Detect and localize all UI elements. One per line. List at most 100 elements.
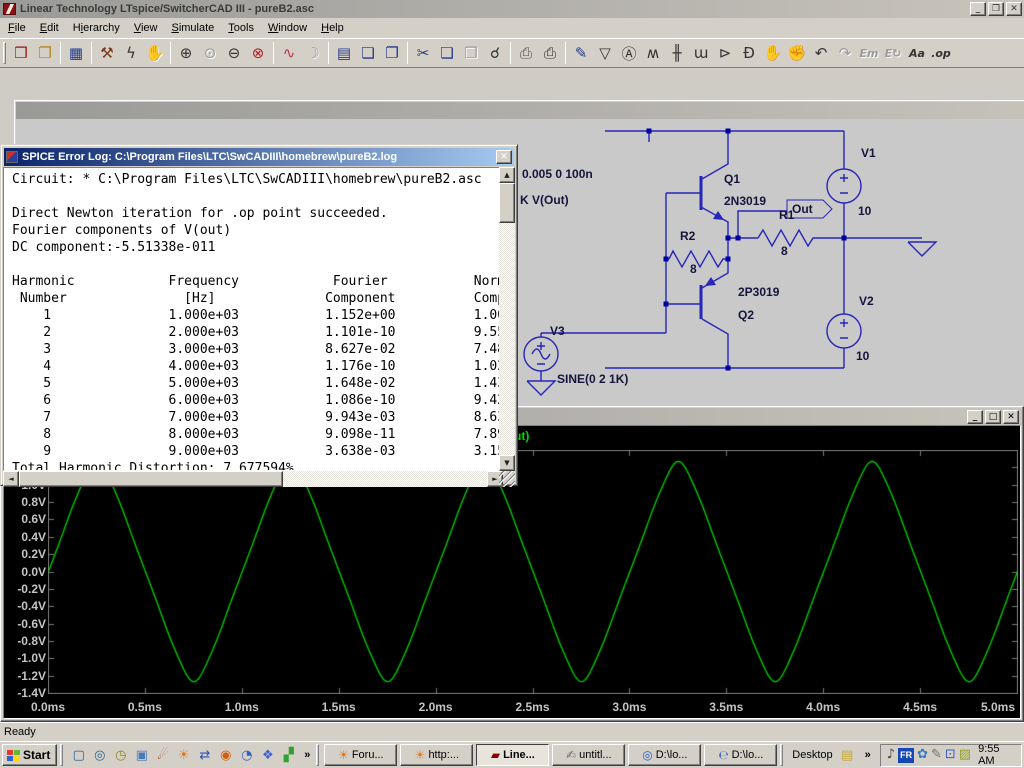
wire-junction	[647, 129, 652, 134]
quicklaunch-media-player[interactable]: ◉	[215, 745, 236, 766]
capacitor-button[interactable]: ╫	[665, 41, 689, 65]
scroll-down-button[interactable]: ▼	[499, 455, 515, 471]
x-axis-tick-label: 4.0ms	[801, 700, 845, 714]
error-log-close-button[interactable]: ✕	[496, 150, 512, 164]
quicklaunch-firefox[interactable]: ☀	[173, 745, 194, 766]
task-ltspice[interactable]: ▰Line...	[476, 744, 549, 766]
close-button[interactable]: ✕	[1006, 2, 1022, 16]
menu-tools[interactable]: Tools	[221, 19, 261, 37]
quicklaunch-messenger[interactable]: ❖	[257, 745, 278, 766]
keyboard-layout-fr[interactable]: FR	[898, 748, 914, 763]
redo-button: ↷	[833, 41, 857, 65]
error-log-text[interactable]: Circuit: * C:\Program Files\LTC\SwCADIII…	[3, 167, 501, 471]
quick-launch-handle[interactable]	[60, 744, 63, 766]
cut-button[interactable]: ✂	[411, 41, 435, 65]
vertical-scroll-thumb[interactable]	[499, 183, 515, 223]
save-button[interactable]: ▦	[64, 41, 88, 65]
quicklaunch-clock[interactable]: ◔	[236, 745, 257, 766]
copy-button[interactable]: ❏	[435, 41, 459, 65]
error-log-horizontal-scrollbar[interactable]: ◄ ►	[3, 471, 503, 487]
desktop-folder-icon[interactable]: ▤	[837, 745, 858, 766]
quicklaunch-search[interactable]: ◎	[89, 745, 110, 766]
run-button[interactable]: ϟ	[119, 41, 143, 65]
task-http[interactable]: ☀http:...	[400, 744, 473, 766]
restore-button[interactable]: ❐	[988, 2, 1004, 16]
minimize-button[interactable]: _	[970, 2, 986, 16]
arrange-windows-button[interactable]: ❐	[380, 41, 404, 65]
desktop-zone-handle[interactable]	[780, 744, 783, 766]
task-explorer-2[interactable]: ℮D:\lo...	[704, 744, 777, 766]
zoom-out-button[interactable]: ⊖	[222, 41, 246, 65]
control-panel-button[interactable]: ⚒	[95, 41, 119, 65]
tile-windows-button[interactable]: ▤	[332, 41, 356, 65]
v1-value: 10	[858, 204, 871, 218]
scroll-left-button[interactable]: ◄	[3, 471, 19, 487]
find-button[interactable]: ☌	[483, 41, 507, 65]
scroll-up-button[interactable]: ▲	[499, 167, 515, 183]
task-explorer-1[interactable]: ◎D:\lo...	[628, 744, 701, 766]
security-tray-icon[interactable]: ⊡	[945, 747, 956, 763]
menu-view[interactable]: View	[127, 19, 165, 37]
draft-wire-button[interactable]: ✎	[569, 41, 593, 65]
volume-tray-icon[interactable]: ♪	[887, 747, 895, 763]
y-axis-tick-label: -0.6V	[6, 617, 46, 631]
pen-tray-icon[interactable]: ✎	[931, 747, 942, 763]
icq-tray-icon[interactable]: ✿	[917, 747, 928, 763]
diode-button[interactable]: ⊳	[713, 41, 737, 65]
quicklaunch-folder-sync[interactable]: ⇄	[194, 745, 215, 766]
autorange-y-axis-button[interactable]: ∿	[277, 41, 301, 65]
menu-hierarchy[interactable]: Hierarchy	[66, 19, 127, 37]
inductor-button[interactable]: ɯ	[689, 41, 713, 65]
horizontal-scroll-thumb[interactable]	[19, 471, 283, 487]
x-axis-tick-label: 3.0ms	[607, 700, 651, 714]
schematic-window-title-bar[interactable]	[16, 102, 1024, 119]
q2-ref: Q2	[738, 308, 754, 322]
r1-ref: R1	[779, 208, 794, 222]
menu-window[interactable]: Window	[261, 19, 314, 37]
task-forum[interactable]: ☀Foru...	[324, 744, 397, 766]
desktop-overflow-chevron[interactable]: »	[862, 749, 874, 761]
antivirus-tray-icon[interactable]: ▨	[959, 747, 971, 763]
task-zone-handle[interactable]	[316, 744, 319, 766]
r2-ref: R2	[680, 229, 695, 243]
error-log-title-bar[interactable]: SPICE Error Log: C:\Program Files\LTC\Sw…	[4, 148, 514, 166]
resistor-button[interactable]: ʍ	[641, 41, 665, 65]
cascade-windows-button[interactable]: ❏	[356, 41, 380, 65]
zoom-full-extents-button[interactable]: ⊗	[246, 41, 270, 65]
waveform-maximize-button[interactable]: □	[985, 410, 1001, 424]
r2-value: 8	[690, 262, 697, 276]
main-title-text: Linear Technology LTspice/SwitcherCAD II…	[20, 3, 314, 15]
resize-grip[interactable]	[499, 471, 515, 487]
undo-button[interactable]: ↶	[809, 41, 833, 65]
v2-ref: V2	[859, 294, 874, 308]
print-setup-button[interactable]: ⎙	[514, 41, 538, 65]
quicklaunch-show-desktop[interactable]: ▢	[68, 745, 89, 766]
menu-simulate[interactable]: Simulate	[164, 19, 221, 37]
error-log-vertical-scrollbar[interactable]: ▲ ▼	[499, 167, 515, 471]
new-schematic-button[interactable]: ❒	[9, 41, 33, 65]
quick-launch-overflow-chevron[interactable]: »	[301, 749, 313, 761]
toolbar-drag-handle[interactable]	[3, 42, 6, 64]
print-button[interactable]: ⎙	[538, 41, 562, 65]
component-button[interactable]: Ð	[737, 41, 761, 65]
text-button[interactable]: Aa	[905, 41, 929, 65]
task-untitled[interactable]: ✍untitl...	[552, 744, 625, 766]
label-net-button[interactable]: Ⓐ	[617, 41, 641, 65]
drag-button[interactable]: ✊	[785, 41, 809, 65]
waveform-minimize-button[interactable]: _	[967, 410, 983, 424]
menu-edit[interactable]: Edit	[33, 19, 66, 37]
ground-button[interactable]: ▽	[593, 41, 617, 65]
quicklaunch-editor[interactable]: ▣	[131, 745, 152, 766]
waveform-close-button[interactable]: ✕	[1003, 410, 1019, 424]
quicklaunch-picture[interactable]: ▞	[278, 745, 299, 766]
quicklaunch-scheduler[interactable]: ◷	[110, 745, 131, 766]
spice-directive-button[interactable]: .op	[929, 41, 953, 65]
menu-file[interactable]: File	[1, 19, 33, 37]
move-button[interactable]: ✋	[761, 41, 785, 65]
x-axis-tick-label: 0.5ms	[123, 700, 167, 714]
quicklaunch-mozilla[interactable]: ☄	[152, 745, 173, 766]
menu-help[interactable]: Help	[314, 19, 351, 37]
open-file-button[interactable]: ❐	[33, 41, 57, 65]
zoom-in-button[interactable]: ⊕	[174, 41, 198, 65]
start-button[interactable]: Start	[2, 744, 57, 766]
